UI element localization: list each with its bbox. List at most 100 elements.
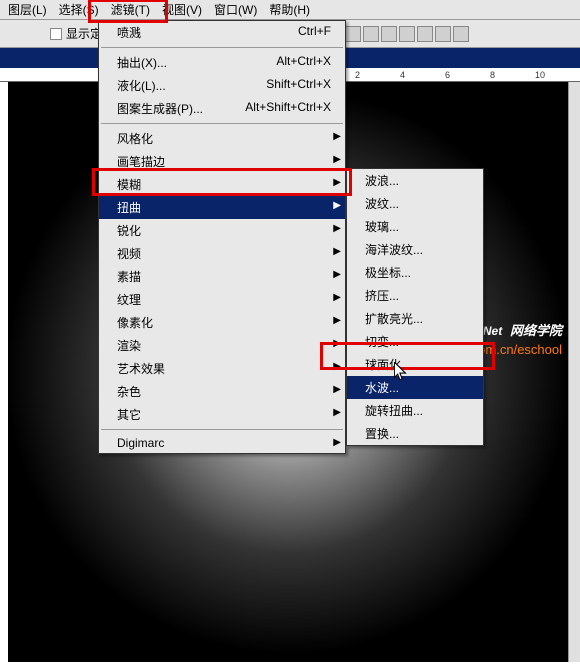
menu-filter[interactable]: 滤镜(T) — [105, 0, 156, 20]
ruler-mark: 6 — [445, 70, 450, 80]
submenu-item-pinch[interactable]: 挤压... — [347, 284, 483, 307]
ruler-mark: 2 — [355, 70, 360, 80]
submenu-item-glass[interactable]: 玻璃... — [347, 215, 483, 238]
ruler-mark: 10 — [535, 70, 545, 80]
menu-label: 渲染 — [117, 337, 141, 354]
submenu-arrow-icon: ▶ — [333, 269, 341, 280]
distort-submenu-popup: 波浪... 波纹... 玻璃... 海洋波纹... 极坐标... 挤压... 扩… — [346, 168, 484, 446]
ruler-mark: 4 — [400, 70, 405, 80]
menu-item-noise[interactable]: 杂色▶ — [99, 380, 345, 403]
align-icon[interactable] — [345, 26, 361, 42]
menu-item-pixelate[interactable]: 像素化 ▶ — [99, 311, 345, 334]
menu-label: 液化(L)... — [117, 77, 166, 94]
menu-view[interactable]: 视图(V) — [156, 0, 208, 20]
menu-label: 喷溅 — [117, 24, 141, 41]
show-bounding-checkbox[interactable] — [50, 28, 62, 40]
menu-label: 画笔描边 — [117, 153, 165, 170]
menu-label: 置换... — [365, 425, 399, 442]
mouse-cursor-icon — [394, 362, 408, 385]
menu-shortcut: Alt+Shift+Ctrl+X — [245, 100, 331, 117]
submenu-arrow-icon: ▶ — [333, 131, 341, 142]
menubar: 图层(L) 选择(S) 滤镜(T) 视图(V) 窗口(W) 帮助(H) — [0, 0, 580, 20]
submenu-item-diffuse-glow[interactable]: 扩散亮光... — [347, 307, 483, 330]
menu-window[interactable]: 窗口(W) — [208, 0, 263, 20]
menu-separator — [101, 429, 343, 430]
submenu-arrow-icon: ▶ — [333, 200, 341, 211]
menu-label: 像素化 — [117, 314, 153, 331]
submenu-arrow-icon: ▶ — [333, 177, 341, 188]
menu-item-artistic[interactable]: 艺术效果 ▶ — [99, 357, 345, 380]
menu-label: 扭曲 — [117, 199, 141, 216]
submenu-item-twirl[interactable]: 旋转扭曲... — [347, 399, 483, 422]
submenu-arrow-icon: ▶ — [333, 223, 341, 234]
menu-help[interactable]: 帮助(H) — [263, 0, 316, 20]
menu-select[interactable]: 选择(S) — [53, 0, 105, 20]
align-icon[interactable] — [453, 26, 469, 42]
checkbox-label: 显示定 — [66, 25, 102, 42]
ruler-mark: 8 — [490, 70, 495, 80]
align-icon[interactable] — [399, 26, 415, 42]
submenu-arrow-icon: ▶ — [333, 338, 341, 349]
filter-menu-popup: 喷溅 Ctrl+F 抽出(X)... Alt+Ctrl+X 液化(L)... S… — [98, 20, 346, 454]
submenu-item-spherize[interactable]: 球面化... — [347, 353, 483, 376]
submenu-arrow-icon: ▶ — [333, 154, 341, 165]
menu-label: 艺术效果 — [117, 360, 165, 377]
align-icon[interactable] — [363, 26, 379, 42]
menu-item-other[interactable]: 其它▶ — [99, 403, 345, 426]
menu-separator — [101, 47, 343, 48]
menu-shortcut: Shift+Ctrl+X — [266, 77, 331, 94]
menu-label: Digimarc — [117, 436, 164, 450]
menu-item-distort[interactable]: 扭曲 ▶ — [99, 196, 345, 219]
submenu-item-zigzag[interactable]: 水波... — [347, 376, 483, 399]
align-icon[interactable] — [435, 26, 451, 42]
submenu-arrow-icon: ▶ — [333, 407, 341, 418]
submenu-arrow-icon: ▶ — [333, 437, 341, 448]
menu-label: 扩散亮光... — [365, 310, 423, 327]
alignment-icons — [345, 26, 469, 42]
menu-item-stylize[interactable]: 风格化 ▶ — [99, 127, 345, 150]
menu-item-video[interactable]: 视频 ▶ — [99, 242, 345, 265]
menu-item-brushstrokes[interactable]: 画笔描边 ▶ — [99, 150, 345, 173]
menu-layer[interactable]: 图层(L) — [2, 0, 53, 20]
watermark-subtitle: 网络学院 — [510, 323, 562, 338]
menu-item-liquify[interactable]: 液化(L)... Shift+Ctrl+X — [99, 74, 345, 97]
menu-shortcut: Alt+Ctrl+X — [276, 54, 331, 71]
menu-label: 视频 — [117, 245, 141, 262]
submenu-item-ocean-ripple[interactable]: 海洋波纹... — [347, 238, 483, 261]
menu-item-render[interactable]: 渲染 ▶ — [99, 334, 345, 357]
submenu-item-displace[interactable]: 置换... — [347, 422, 483, 445]
submenu-item-ripple[interactable]: 波纹... — [347, 192, 483, 215]
menu-item-sketch[interactable]: 素描▶ — [99, 265, 345, 288]
menu-item-last-filter[interactable]: 喷溅 Ctrl+F — [99, 21, 345, 44]
menu-label: 挤压... — [365, 287, 399, 304]
submenu-arrow-icon: ▶ — [333, 246, 341, 257]
menu-item-pattern-maker[interactable]: 图案生成器(P)... Alt+Shift+Ctrl+X — [99, 97, 345, 120]
menu-shortcut: Ctrl+F — [298, 24, 331, 41]
vertical-scrollbar[interactable] — [568, 82, 580, 662]
align-icon[interactable] — [381, 26, 397, 42]
submenu-arrow-icon: ▶ — [333, 315, 341, 326]
menu-label: 切变... — [365, 333, 399, 350]
menu-label: 图案生成器(P)... — [117, 100, 203, 117]
menu-label: 杂色 — [117, 383, 141, 400]
menu-item-texture[interactable]: 纹理 ▶ — [99, 288, 345, 311]
menu-label: 海洋波纹... — [365, 241, 423, 258]
submenu-item-wave[interactable]: 波浪... — [347, 169, 483, 192]
menu-label: 纹理 — [117, 291, 141, 308]
submenu-arrow-icon: ▶ — [333, 292, 341, 303]
menu-item-sharpen[interactable]: 锐化 ▶ — [99, 219, 345, 242]
menu-label: 旋转扭曲... — [365, 402, 423, 419]
submenu-arrow-icon: ▶ — [333, 361, 341, 372]
menu-item-extract[interactable]: 抽出(X)... Alt+Ctrl+X — [99, 51, 345, 74]
menu-label: 波浪... — [365, 172, 399, 189]
submenu-item-shear[interactable]: 切变... — [347, 330, 483, 353]
menu-label: 波纹... — [365, 195, 399, 212]
menu-label: 抽出(X)... — [117, 54, 167, 71]
menu-item-blur[interactable]: 模糊 ▶ — [99, 173, 345, 196]
menu-item-digimarc[interactable]: Digimarc ▶ — [99, 433, 345, 453]
menu-label: 锐化 — [117, 222, 141, 239]
submenu-item-polar[interactable]: 极坐标... — [347, 261, 483, 284]
menu-label: 风格化 — [117, 130, 153, 147]
align-icon[interactable] — [417, 26, 433, 42]
menu-label: 模糊 — [117, 176, 141, 193]
